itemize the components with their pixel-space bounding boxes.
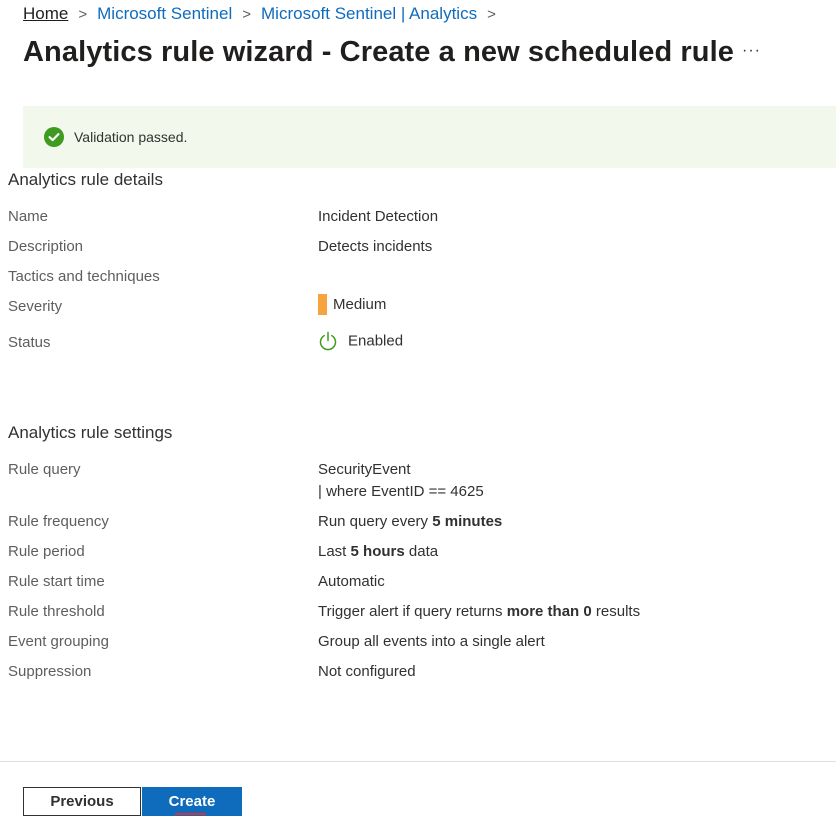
- rule-frequency-label: Rule frequency: [8, 513, 109, 530]
- rule-query-line-2: | where EventID == 4625: [318, 483, 484, 500]
- chevron-right-icon: >: [78, 5, 88, 23]
- create-button[interactable]: Create: [142, 787, 242, 816]
- rule-threshold-label: Rule threshold: [8, 603, 105, 620]
- severity-label: Severity: [8, 298, 63, 315]
- breadcrumb-sentinel-link[interactable]: Microsoft Sentinel: [97, 4, 232, 24]
- chevron-right-icon: >: [242, 5, 252, 23]
- check-circle-icon: [44, 127, 64, 147]
- rule-start-time-label: Rule start time: [8, 573, 105, 590]
- status-value: Enabled: [318, 331, 403, 351]
- more-options-button[interactable]: ···: [742, 42, 761, 60]
- suppression-label: Suppression: [8, 663, 92, 680]
- rule-period-value: Last 5 hours data: [318, 543, 438, 560]
- rule-threshold-bold: more than 0: [506, 603, 592, 620]
- rule-frequency-value: Run query every 5 minutes: [318, 513, 502, 530]
- rule-threshold-suffix: results: [591, 603, 641, 620]
- footer-divider: [0, 761, 836, 762]
- rule-frequency-prefix: Run query every: [318, 513, 433, 530]
- rule-start-time-value: Automatic: [318, 573, 385, 590]
- previous-button[interactable]: Previous: [23, 787, 141, 816]
- tactics-label: Tactics and techniques: [8, 268, 160, 285]
- severity-value: Medium: [318, 294, 386, 315]
- rule-threshold-value: Trigger alert if query returns more than…: [318, 603, 640, 620]
- rule-period-suffix: data: [404, 543, 439, 560]
- rule-threshold-prefix: Trigger alert if query returns: [318, 603, 507, 620]
- create-focus-underline: [175, 813, 206, 815]
- rule-period-bold: 5 hours: [350, 543, 405, 560]
- status-label: Status: [8, 334, 51, 351]
- breadcrumb: Home > Microsoft Sentinel > Microsoft Se…: [23, 4, 506, 24]
- name-label: Name: [8, 208, 49, 225]
- rule-details-heading: Analytics rule details: [8, 170, 163, 189]
- breadcrumb-analytics-link[interactable]: Microsoft Sentinel | Analytics: [261, 4, 477, 24]
- validation-message: Validation passed.: [74, 129, 188, 145]
- description-value: Detects incidents: [318, 238, 433, 255]
- severity-indicator: [318, 294, 327, 315]
- page-title: Analytics rule wizard - Create a new sch…: [23, 36, 734, 68]
- rule-query-line-1: SecurityEvent: [318, 461, 411, 478]
- rule-period-prefix: Last: [318, 543, 351, 560]
- power-icon: [319, 331, 337, 351]
- rule-settings-heading: Analytics rule settings: [8, 423, 173, 442]
- description-label: Description: [8, 238, 84, 255]
- rule-query-label: Rule query: [8, 461, 81, 478]
- suppression-value: Not configured: [318, 663, 416, 680]
- name-value: Incident Detection: [318, 208, 439, 225]
- event-grouping-value: Group all events into a single alert: [318, 633, 545, 650]
- validation-banner: Validation passed.: [23, 106, 836, 168]
- breadcrumb-home-link[interactable]: Home: [23, 4, 68, 24]
- rule-frequency-bold: 5 minutes: [432, 513, 503, 530]
- rule-period-label: Rule period: [8, 543, 85, 560]
- event-grouping-label: Event grouping: [8, 633, 109, 650]
- chevron-right-icon: >: [487, 5, 496, 23]
- status-text: Enabled: [348, 332, 404, 350]
- severity-text: Medium: [333, 296, 387, 313]
